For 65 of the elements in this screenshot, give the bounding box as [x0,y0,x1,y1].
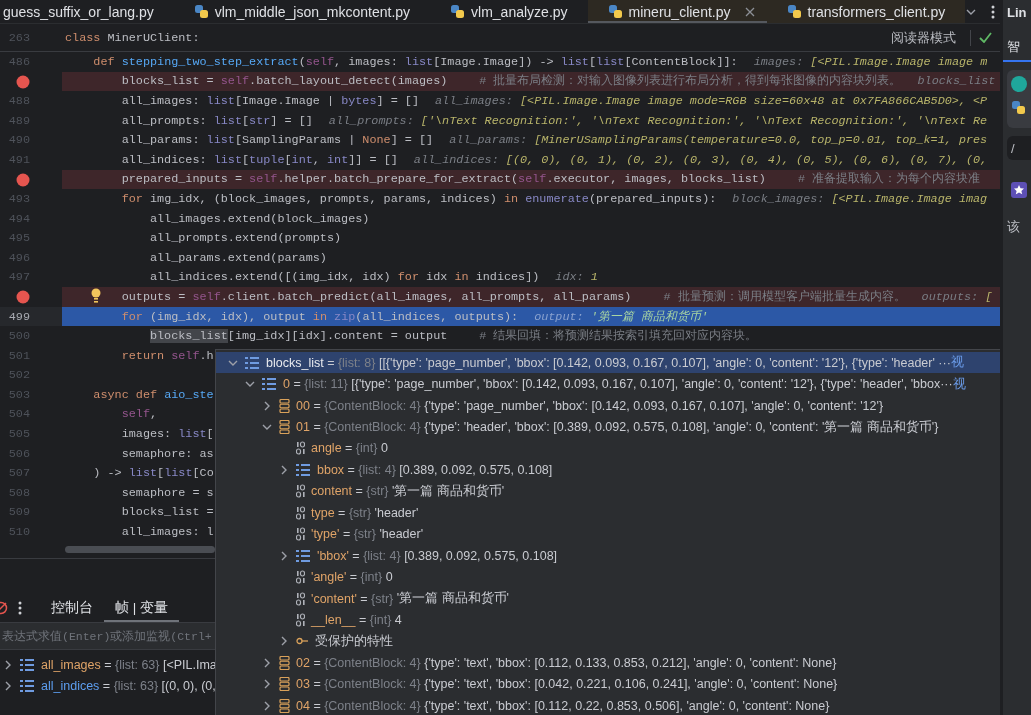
code-line: images: list[ [121,427,214,442]
code-line: all_images: l [121,525,214,540]
code-line: semaphore: as [121,446,214,461]
code-line: class MinerUClient: [64,30,200,45]
line-number: 503 [8,387,30,402]
code-line: all_images.extend(block_images) [149,211,370,226]
code-line: blocks_list = [121,505,214,520]
inline-value: all_prompts: ['\nText Recognition:', '\nText Recognition:', '\nText Recognition:', '\nText Re [328,113,988,128]
line-number: 502 [8,368,30,383]
code-line: outputs = self.client.batch_predict(all_images, all_prompts, all_params) [121,289,632,304]
line-number: 489 [8,113,30,128]
code-line: all_indices.extend([(img_idx, idx) for idx in indices]) [149,270,540,285]
code-line: all_prompts.extend(prompts) [149,231,342,246]
code-comment: # 批量预测：调用模型客户端批量生成内容。 [663,288,906,305]
code-line: semaphore = s [121,485,214,500]
inline-value: blocks_list [917,74,996,89]
line-number: 504 [8,407,30,422]
code-line: for img_idx, (block_images, prompts, params, indices) in enumerate(prepared_inputs): [121,191,717,206]
line-number: 506 [8,446,30,461]
code-line: all_prompts: list[str] = [] [121,113,313,128]
code-comment: # 准备提取输入：为每个内容块准 [797,171,981,188]
code-line: def stepping_two_step_extract(self, images: list[Image.Image]) -> list[list[ContentBlock]]: [93,54,738,69]
line-number: 493 [8,191,30,206]
line-number: 499 [8,309,30,324]
code-line: all_images: list[Image.Image | bytes] = [] [121,94,419,108]
line-number: 501 [8,348,30,363]
line-number: 495 [8,231,30,246]
inline-value: idx: 1 [555,270,598,285]
inline-value: output: '第一篇 商品和货币' [534,308,708,325]
code-line: blocks_list = self.batch_layout_detect(images) [121,74,448,89]
inline-value: all_images: [<PIL.Image.Image image mode=RGB size=60x48 at 0x7FA866CAB5D0>, <P [435,94,988,108]
path-text: / [1007,136,1031,160]
inline-value: all_indices: [(0, 0), (0, 1), (0, 2), (0, 3), (0, 4), (0, 5), (0, 6), (0, 7), (0, [413,152,988,167]
inline-value: all_params: [MinerUSamplingParams(temperature=0.0, top_p=0.01, top_k=1, pres [449,133,988,148]
line-number: 508 [8,485,30,500]
line-number: 490 [8,133,30,148]
line-number: 497 [8,270,30,285]
line-number: 486 [8,54,30,69]
inline-value: images: [<PIL.Image.Image image m [753,54,988,69]
line-number: 507 [8,466,30,481]
line-number: 263 [8,30,30,45]
line-number: 494 [8,211,30,226]
line-number: 496 [8,250,30,265]
code-line: all_indices: list[tuple[int, int]] = [] [121,152,398,167]
line-number: 500 [8,329,30,344]
code-line: return self.h [121,348,214,363]
code-comment: # 结果回填：将预测结果按索引填充回对应内容块。 [479,328,758,345]
code-line: self, [121,407,158,422]
inline-value: outputs: [ [921,289,993,304]
code-line: async def aio_ste [93,387,214,402]
inline-value: block_images: [<PIL.Image.Image imag [732,191,988,206]
code-line: for (img_idx, idx), output in zip(all_indices, outputs): [121,309,519,324]
panel-title: Lin [1006,3,1028,22]
line-number: 505 [8,427,30,442]
code-line: blocks_list[img_idx][idx].content = output [149,329,448,344]
line-number: 510 [8,525,30,540]
code-line: all_params: list[SamplingParams | None] = [] [121,133,434,148]
panel-text: 该 [1007,218,1021,236]
code-line: all_params.extend(params) [149,250,327,265]
code-line: prepared_inputs = self.helper.batch_prepare_for_extract(self.executor, images, blocks_list) [121,172,766,187]
line-number: 509 [8,505,30,520]
line-number: 491 [8,152,30,167]
code-line: ) -> list[list[Co [93,466,214,481]
line-number: 488 [8,94,30,108]
code-comment: # 批量布局检测：对输入图像列表进行布局分析，得到每张图像的内容块列表。 [479,73,902,90]
